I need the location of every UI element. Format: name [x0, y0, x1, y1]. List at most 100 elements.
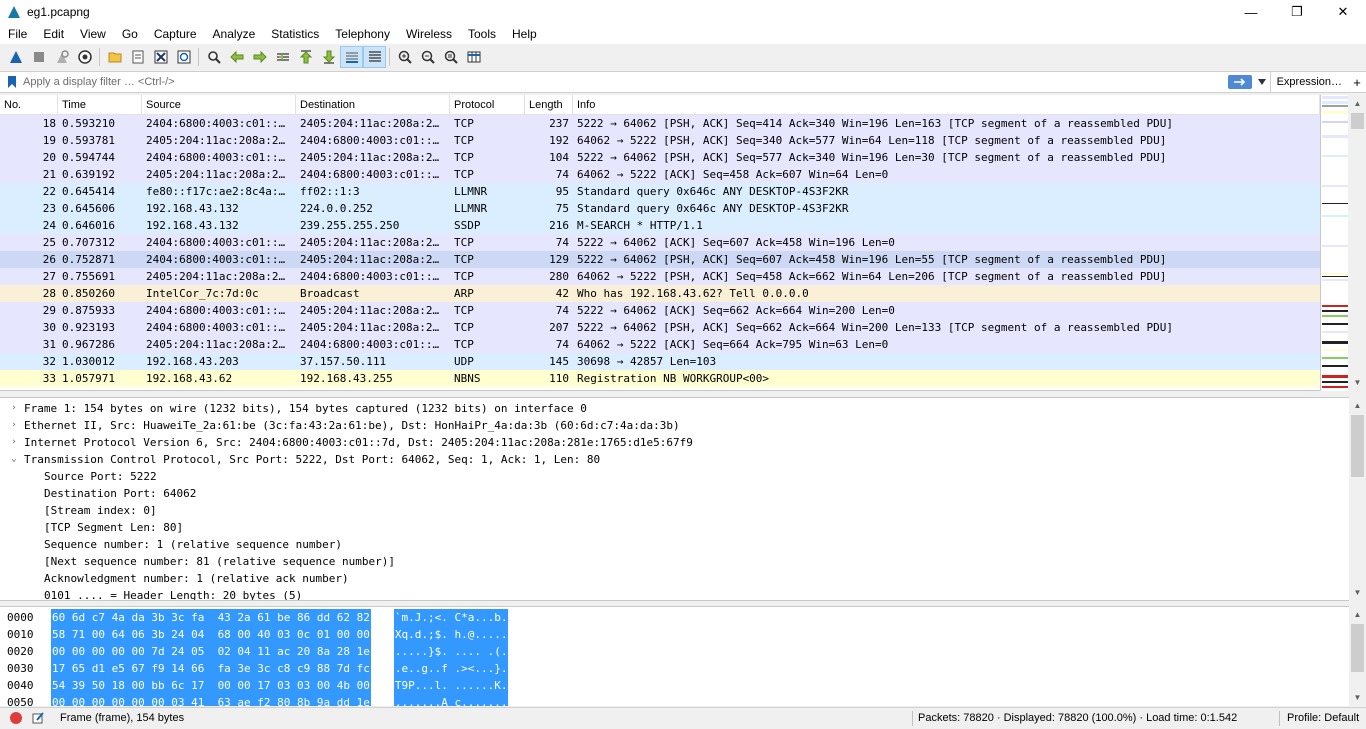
menu-analyze[interactable]: Analyze [205, 27, 264, 41]
packet-row[interactable]: 27 0.755691 2405:204:11ac:208a:2… 2404:6800… [0, 268, 1320, 285]
detail-tree-node[interactable]: › Ethernet II, Src: HuaweiTe_2a:61:be (3c… [0, 417, 1349, 434]
scroll-thumb[interactable] [1351, 415, 1364, 477]
byte-ascii[interactable]: .....}$. .... .(. [393, 643, 509, 660]
scroll-up-arrow[interactable]: ▲ [1349, 397, 1366, 414]
zoom-out-button[interactable] [416, 46, 439, 68]
go-last-packet-button[interactable] [317, 46, 340, 68]
filter-bookmark-button[interactable] [4, 74, 20, 90]
zoom-in-button[interactable] [393, 46, 416, 68]
packet-row[interactable]: 29 0.875933 2404:6800:4003:c01::… 2405:204:… [0, 302, 1320, 319]
byte-hex[interactable]: 00 00 00 00 00 7d 24 05 02 04 11 ac 20 8… [51, 643, 371, 660]
auto-scroll-toggle[interactable] [340, 46, 363, 68]
apply-filter-button[interactable] [1227, 75, 1252, 89]
detail-tree-node[interactable]: › Frame 1: 154 bytes on wire (1232 bits),… [0, 400, 1349, 417]
start-capture-button[interactable] [4, 46, 27, 68]
scroll-thumb[interactable] [1351, 624, 1364, 672]
packet-row[interactable]: 19 0.593781 2405:204:11ac:208a:2… 2404:6800… [0, 132, 1320, 149]
menu-telephony[interactable]: Telephony [327, 27, 398, 41]
byte-hex[interactable]: 17 65 d1 e5 67 f9 14 66 fa 3e 3c c8 c9 8… [51, 660, 371, 677]
go-forward-button[interactable] [248, 46, 271, 68]
maximize-button[interactable]: ❐ [1274, 0, 1320, 24]
column-header-destination[interactable]: Destination [296, 95, 450, 114]
packet-row[interactable]: 21 0.639192 2405:204:11ac:208a:2… 2404:6800… [0, 166, 1320, 183]
packet-list-scrollbar[interactable]: ▲ ▼ [1349, 95, 1366, 391]
menu-help[interactable]: Help [504, 27, 545, 41]
open-file-button[interactable] [103, 46, 126, 68]
packet-row[interactable]: 32 1.030012 192.168.43.203 37.157.50.111 UDP… [0, 353, 1320, 370]
packet-row[interactable]: 23 0.645606 192.168.43.132 224.0.0.252 LLMNR… [0, 200, 1320, 217]
chevron-down-icon[interactable]: ⌄ [4, 451, 24, 468]
detail-field[interactable]: Source Port: 5222 [0, 468, 1349, 485]
column-header-time[interactable]: Time [58, 95, 142, 114]
add-filter-button[interactable]: + [1348, 75, 1366, 90]
resize-columns-button[interactable] [462, 46, 485, 68]
chevron-right-icon[interactable]: › [4, 400, 24, 417]
packet-row[interactable]: 33 1.057971 192.168.43.62 192.168.43.255 NBN… [0, 370, 1320, 387]
scroll-down-arrow[interactable]: ▼ [1349, 689, 1366, 706]
filter-history-dropdown[interactable] [1256, 74, 1268, 90]
bytes-scrollbar[interactable]: ▲ ▼ [1349, 606, 1366, 706]
expression-button[interactable]: Expression… [1269, 72, 1348, 92]
details-scrollbar[interactable]: ▲ ▼ [1349, 397, 1366, 601]
scroll-up-arrow[interactable]: ▲ [1349, 606, 1366, 623]
column-header-no[interactable]: No. [0, 95, 58, 114]
status-profile[interactable]: Profile: Default [1285, 708, 1359, 729]
chevron-right-icon[interactable]: › [4, 434, 24, 451]
go-first-packet-button[interactable] [294, 46, 317, 68]
minimize-button[interactable]: — [1228, 0, 1274, 24]
byte-hex[interactable]: 54 39 50 18 00 bb 6c 17 00 00 17 03 03 0… [51, 677, 371, 694]
detail-tree-node[interactable]: ⌄ Transmission Control Protocol, Src Port… [0, 451, 1349, 468]
menu-edit[interactable]: Edit [35, 27, 72, 41]
packet-row[interactable]: 25 0.707312 2404:6800:4003:c01::… 2405:204:… [0, 234, 1320, 251]
byte-ascii[interactable]: Xq.d.;$. h.@..... [393, 626, 509, 643]
chevron-right-icon[interactable]: › [4, 417, 24, 434]
detail-field[interactable]: [Stream index: 0] [0, 502, 1349, 519]
byte-ascii[interactable]: T9P...l. ......K. [393, 677, 509, 694]
display-filter-input[interactable]: Apply a display filter … <Ctrl-/> [23, 76, 1228, 88]
capture-options-button[interactable] [73, 46, 96, 68]
close-file-button[interactable] [149, 46, 172, 68]
menu-capture[interactable]: Capture [146, 27, 205, 41]
packet-row[interactable]: 24 0.646016 192.168.43.132 239.255.255.250 S… [0, 217, 1320, 234]
packet-row[interactable]: 26 0.752871 2404:6800:4003:c01::… 2405:204:… [0, 251, 1320, 268]
detail-field[interactable]: Destination Port: 64062 [0, 485, 1349, 502]
detail-field[interactable]: Sequence number: 1 (relative sequence nu… [0, 536, 1349, 553]
menu-statistics[interactable]: Statistics [263, 27, 327, 41]
byte-hex[interactable]: 00 00 00 00 00 00 03 41 63 ae f2 80 8b 9… [51, 694, 371, 706]
reload-file-button[interactable] [172, 46, 195, 68]
byte-hex[interactable]: 58 71 00 64 06 3b 24 04 68 00 40 03 0c 0… [51, 626, 371, 643]
detail-field[interactable]: [TCP Segment Len: 80] [0, 519, 1349, 536]
menu-file[interactable]: File [0, 27, 35, 41]
scroll-thumb[interactable] [1351, 113, 1364, 129]
byte-ascii[interactable]: .......A c....... [393, 694, 509, 706]
column-header-source[interactable]: Source [142, 95, 296, 114]
menu-view[interactable]: View [72, 27, 114, 41]
packet-minimap[interactable] [1320, 95, 1348, 391]
go-to-packet-button[interactable] [271, 46, 294, 68]
close-button[interactable]: ✕ [1320, 0, 1366, 24]
packet-row[interactable]: 31 0.967286 2405:204:11ac:208a:2… 2404:6800… [0, 336, 1320, 353]
go-back-button[interactable] [225, 46, 248, 68]
menu-go[interactable]: Go [114, 27, 146, 41]
find-packet-button[interactable] [202, 46, 225, 68]
packet-row[interactable]: 18 0.593210 2404:6800:4003:c01::… 2405:204:… [0, 115, 1320, 132]
detail-field[interactable]: [Next sequence number: 81 (relative sequ… [0, 553, 1349, 570]
stop-capture-button[interactable] [27, 46, 50, 68]
column-header-length[interactable]: Length [525, 95, 573, 114]
detail-field[interactable]: 0101 .... = Header Length: 20 bytes (5) [0, 587, 1349, 600]
edit-comment-icon[interactable] [31, 711, 45, 725]
packet-row[interactable]: 30 0.923193 2404:6800:4003:c01::… 2405:204:… [0, 319, 1320, 336]
scroll-up-arrow[interactable]: ▲ [1349, 95, 1366, 112]
byte-ascii[interactable]: `m.J.;<. C*a...b. [393, 609, 509, 626]
packet-row[interactable]: 20 0.594744 2404:6800:4003:c01::… 2405:204:… [0, 149, 1320, 166]
normal-size-button[interactable] [439, 46, 462, 68]
menu-tools[interactable]: Tools [460, 27, 504, 41]
restart-capture-button[interactable] [50, 46, 73, 68]
menu-wireless[interactable]: Wireless [398, 27, 460, 41]
byte-ascii[interactable]: .e..g..f .><...}. [393, 660, 509, 677]
column-header-info[interactable]: Info [573, 95, 1320, 114]
detail-tree-node[interactable]: › Internet Protocol Version 6, Src: 2404:… [0, 434, 1349, 451]
byte-hex[interactable]: 60 6d c7 4a da 3b 3c fa 43 2a 61 be 86 d… [51, 609, 371, 626]
scroll-down-arrow[interactable]: ▼ [1349, 584, 1366, 601]
save-file-button[interactable] [126, 46, 149, 68]
